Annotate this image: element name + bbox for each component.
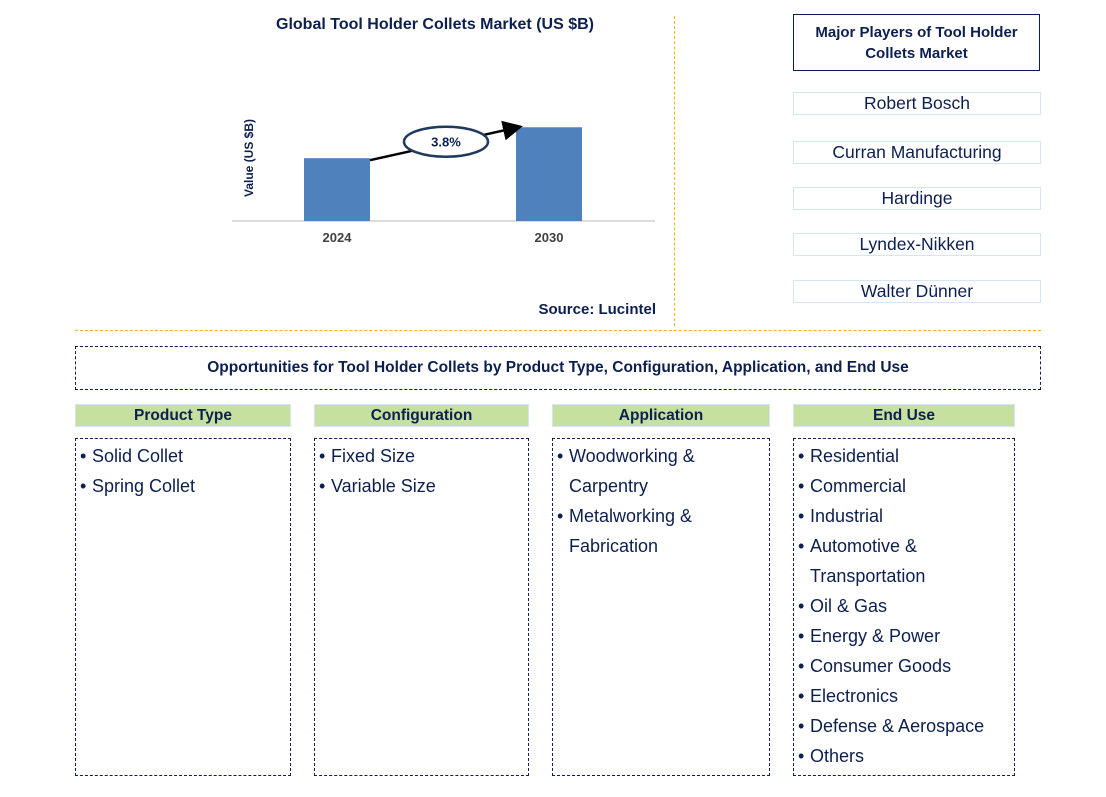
bar-chart: Value (US $B) 2024 2030 3.8%	[232, 119, 655, 245]
list-item: Solid Collet	[80, 441, 286, 471]
player-item: Walter Dünner	[793, 280, 1041, 303]
cagr-label: 3.8%	[431, 135, 461, 150]
list-item: Woodworking & Carpentry	[557, 441, 765, 501]
category-header-application: Application	[552, 404, 770, 427]
player-item: Lyndex-Nikken	[793, 233, 1041, 256]
player-item: Hardinge	[793, 187, 1041, 210]
list-item: Metalworking & Fabrication	[557, 501, 765, 561]
category-header-product-type: Product Type	[75, 404, 291, 427]
list-item: Commercial	[798, 471, 1010, 501]
category-header-configuration: Configuration	[314, 404, 529, 427]
category-list-end-use: ResidentialCommercialIndustrialAutomotiv…	[793, 438, 1015, 776]
list-item: Others	[798, 741, 1010, 771]
x-tick-label: 2030	[535, 230, 564, 245]
list-item: Oil & Gas	[798, 591, 1010, 621]
chart-title: Global Tool Holder Collets Market (US $B…	[276, 16, 594, 33]
source-label: Source: Lucintel	[538, 301, 656, 318]
list-item: Spring Collet	[80, 471, 286, 501]
bar-2030	[516, 127, 582, 221]
list-item: Industrial	[798, 501, 1010, 531]
player-item: Robert Bosch	[793, 92, 1041, 115]
players-title: Major Players of Tool Holder Collets Mar…	[793, 14, 1040, 71]
list-item: Consumer Goods	[798, 651, 1010, 681]
list-item: Variable Size	[319, 471, 524, 501]
category-list-configuration: Fixed SizeVariable Size	[314, 438, 529, 776]
horizontal-divider	[75, 330, 1041, 331]
list-item: Residential	[798, 441, 1010, 471]
list-item: Defense & Aerospace	[798, 711, 1010, 741]
x-tick-label: 2024	[323, 230, 353, 245]
category-header-end-use: End Use	[793, 404, 1015, 427]
bar-2024	[304, 158, 370, 221]
opportunities-title: Opportunities for Tool Holder Collets by…	[75, 346, 1041, 390]
player-item: Curran Manufacturing	[793, 141, 1041, 164]
y-axis-label: Value (US $B)	[242, 119, 256, 197]
vertical-divider	[674, 16, 675, 326]
list-item: Automotive & Transportation	[798, 531, 1010, 591]
category-list-product-type: Solid ColletSpring Collet	[75, 438, 291, 776]
category-list-application: Woodworking & CarpentryMetalworking & Fa…	[552, 438, 770, 776]
list-item: Energy & Power	[798, 621, 1010, 651]
list-item: Fixed Size	[319, 441, 524, 471]
list-item: Electronics	[798, 681, 1010, 711]
